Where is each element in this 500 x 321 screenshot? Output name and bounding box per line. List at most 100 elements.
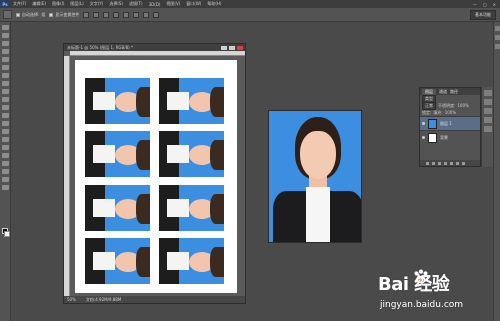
- marquee-tool-icon[interactable]: [2, 33, 9, 38]
- workspace-switcher[interactable]: 基本功能: [470, 9, 496, 20]
- tab-paths[interactable]: 路径: [450, 89, 458, 95]
- menu-edit[interactable]: 编辑(E): [29, 1, 49, 7]
- mask-icon[interactable]: [438, 161, 441, 165]
- document-window-controls: [221, 45, 245, 50]
- menu-file[interactable]: 文件(F): [10, 1, 29, 7]
- layer-name: 背景: [440, 134, 448, 140]
- tab-channels[interactable]: 通道: [439, 89, 447, 95]
- canvas-area[interactable]: [70, 56, 245, 296]
- menu-help[interactable]: 帮助(H): [204, 1, 224, 7]
- quick-select-tool-icon[interactable]: [2, 49, 9, 54]
- color-panel-icon[interactable]: [495, 26, 500, 31]
- menu-window[interactable]: 窗口(W): [183, 1, 204, 7]
- menu-view[interactable]: 视图(V): [163, 1, 183, 7]
- swatches-panel-icon[interactable]: [495, 35, 500, 40]
- background-color-swatch[interactable]: [4, 231, 10, 237]
- id-photo-thumbnail: [85, 78, 150, 124]
- brush-tool-icon[interactable]: [2, 81, 9, 86]
- fill-label: 填充:: [433, 109, 443, 115]
- portrait-photo[interactable]: [268, 110, 362, 243]
- fx-icon[interactable]: [432, 161, 435, 165]
- auto-select-dropdown[interactable]: 组: [41, 12, 45, 18]
- layer-row-layer1[interactable]: 图层 1: [420, 116, 480, 130]
- align-top-icon[interactable]: [83, 11, 90, 18]
- doc-maximize-button[interactable]: [229, 45, 235, 50]
- minimize-button[interactable]: —: [473, 2, 477, 7]
- hand-tool-icon[interactable]: [2, 169, 9, 174]
- layers-panel: 图层 通道 路径 类型 正常 不透明度: 100% 锁定: 填充: 100% 图…: [419, 87, 481, 167]
- properties-panel-icon[interactable]: [484, 99, 492, 105]
- move-tool-icon[interactable]: [2, 25, 9, 30]
- zoom-level[interactable]: 50%: [67, 297, 76, 302]
- clone-stamp-tool-icon[interactable]: [2, 89, 9, 94]
- doc-close-button[interactable]: [237, 45, 243, 50]
- opacity-label: 不透明度:: [438, 102, 456, 108]
- healing-brush-tool-icon[interactable]: [2, 73, 9, 78]
- eyedropper-tool-icon[interactable]: [2, 65, 9, 70]
- styles-panel-icon[interactable]: [495, 44, 500, 49]
- align-bottom-icon[interactable]: [103, 11, 110, 18]
- pen-tool-icon[interactable]: [2, 137, 9, 142]
- ps-logo: Ps: [0, 0, 10, 8]
- distribute-icon[interactable]: [143, 11, 150, 18]
- adjustments-panel-icon[interactable]: [484, 108, 492, 114]
- maximize-button[interactable]: □: [483, 2, 487, 7]
- photoshop-window: Ps 文件(F) 编辑(E) 图像(I) 图层(L) 文字(Y) 选择(S) 滤…: [0, 0, 500, 321]
- blend-mode-select[interactable]: 正常: [422, 101, 436, 110]
- menu-select[interactable]: 选择(S): [106, 1, 126, 7]
- trash-icon[interactable]: [462, 161, 465, 165]
- history-panel-icon[interactable]: [484, 90, 492, 96]
- link-icon[interactable]: [426, 161, 429, 165]
- menu-3d[interactable]: 3D(D): [146, 2, 164, 7]
- type-tool-icon[interactable]: [2, 145, 9, 150]
- svg-text:du: du: [418, 278, 424, 284]
- show-transform-label: 显示变换控件: [55, 11, 80, 17]
- id-photo-thumbnail: [159, 185, 224, 231]
- new-layer-icon[interactable]: [456, 161, 459, 165]
- layer-row-background[interactable]: 背景: [420, 130, 480, 144]
- align-hcenter-icon[interactable]: [123, 11, 130, 18]
- menu-layer[interactable]: 图层(L): [67, 1, 86, 7]
- adjustment-icon[interactable]: [444, 161, 447, 165]
- dodge-tool-icon[interactable]: [2, 129, 9, 134]
- eye-icon[interactable]: [422, 122, 425, 125]
- shape-tool-icon[interactable]: [2, 161, 9, 166]
- eye-icon[interactable]: [422, 136, 425, 139]
- opacity-value[interactable]: 100%: [457, 103, 468, 108]
- blur-tool-icon[interactable]: [2, 121, 9, 126]
- folder-icon[interactable]: [450, 161, 453, 165]
- id-photo-thumbnail: [159, 131, 224, 177]
- zoom-tool-icon[interactable]: [2, 177, 9, 182]
- doc-minimize-button[interactable]: [221, 45, 227, 50]
- layer-thumbnail: [428, 118, 437, 129]
- menu-image[interactable]: 图像(I): [49, 1, 67, 7]
- layer-thumbnail: [428, 132, 437, 143]
- crop-tool-icon[interactable]: [2, 57, 9, 62]
- character-panel-icon[interactable]: [484, 117, 492, 123]
- menu-filter[interactable]: 滤镜(T): [126, 1, 146, 7]
- document-window: 未标题-1 @ 50% (图层 1, RGB/8) * 50% 文档:4.92M…: [63, 43, 246, 304]
- document-tab[interactable]: 未标题-1 @ 50% (图层 1, RGB/8) *: [64, 44, 245, 51]
- align-left-icon[interactable]: [113, 11, 120, 18]
- paragraph-panel-icon[interactable]: [484, 126, 492, 132]
- show-transform-checkbox[interactable]: 显示变换控件: [49, 12, 79, 18]
- eraser-tool-icon[interactable]: [2, 105, 9, 110]
- history-brush-tool-icon[interactable]: [2, 97, 9, 102]
- auto-select-checkbox[interactable]: 自动选择: 组: [16, 12, 45, 18]
- checkbox-icon: [16, 12, 20, 17]
- align-vcenter-icon[interactable]: [93, 11, 100, 18]
- id-photo-thumbnail: [85, 131, 150, 177]
- fill-value[interactable]: 100%: [445, 110, 456, 115]
- align-right-icon[interactable]: [133, 11, 140, 18]
- lock-label: 锁定:: [422, 109, 432, 115]
- close-button[interactable]: ×: [493, 2, 496, 7]
- more-tools-icon[interactable]: [2, 185, 9, 190]
- document-canvas[interactable]: [75, 60, 237, 293]
- 3d-mode-icon[interactable]: [153, 11, 160, 18]
- lock-row: 锁定: 填充: 100%: [420, 109, 480, 116]
- gradient-tool-icon[interactable]: [2, 113, 9, 118]
- move-tool-icon[interactable]: [3, 10, 12, 19]
- menu-type[interactable]: 文字(Y): [87, 1, 107, 7]
- path-select-tool-icon[interactable]: [2, 153, 9, 158]
- lasso-tool-icon[interactable]: [2, 41, 9, 46]
